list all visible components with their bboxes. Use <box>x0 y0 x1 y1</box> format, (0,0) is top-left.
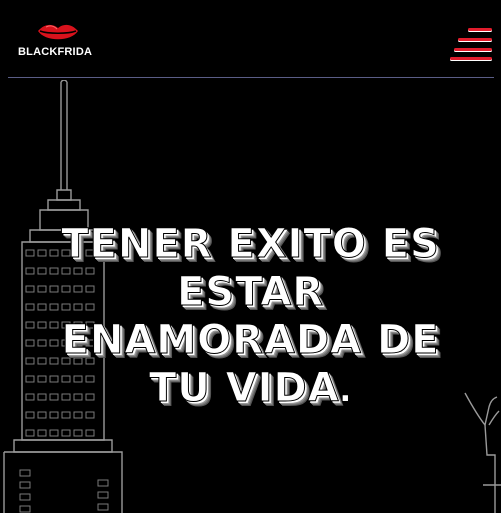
menu-line <box>454 48 492 51</box>
menu-line <box>468 28 492 31</box>
headline-line-2: ESTAR <box>176 269 325 316</box>
brand-logo[interactable]: BLACKFRIDA <box>18 22 98 62</box>
menu-line <box>450 57 492 60</box>
hero-headline: TENER EXITO ES ESTAR ENAMORADA DE TU VID… <box>0 220 501 412</box>
headline-line-4-text: TU VIDA <box>148 365 340 412</box>
lips-icon <box>38 24 78 40</box>
menu-line <box>458 38 492 41</box>
header-divider <box>8 77 494 78</box>
logo-text: BLACKFRIDA <box>18 46 93 58</box>
menu-button[interactable] <box>450 24 496 60</box>
headline-line-4: TU VIDA. <box>0 364 501 412</box>
headline-line-3: ENAMORADA DE <box>61 317 440 364</box>
headline-period: . <box>339 374 353 409</box>
headline-line-1: TENER EXITO ES <box>61 221 440 268</box>
site-header: BLACKFRIDA <box>0 0 501 78</box>
